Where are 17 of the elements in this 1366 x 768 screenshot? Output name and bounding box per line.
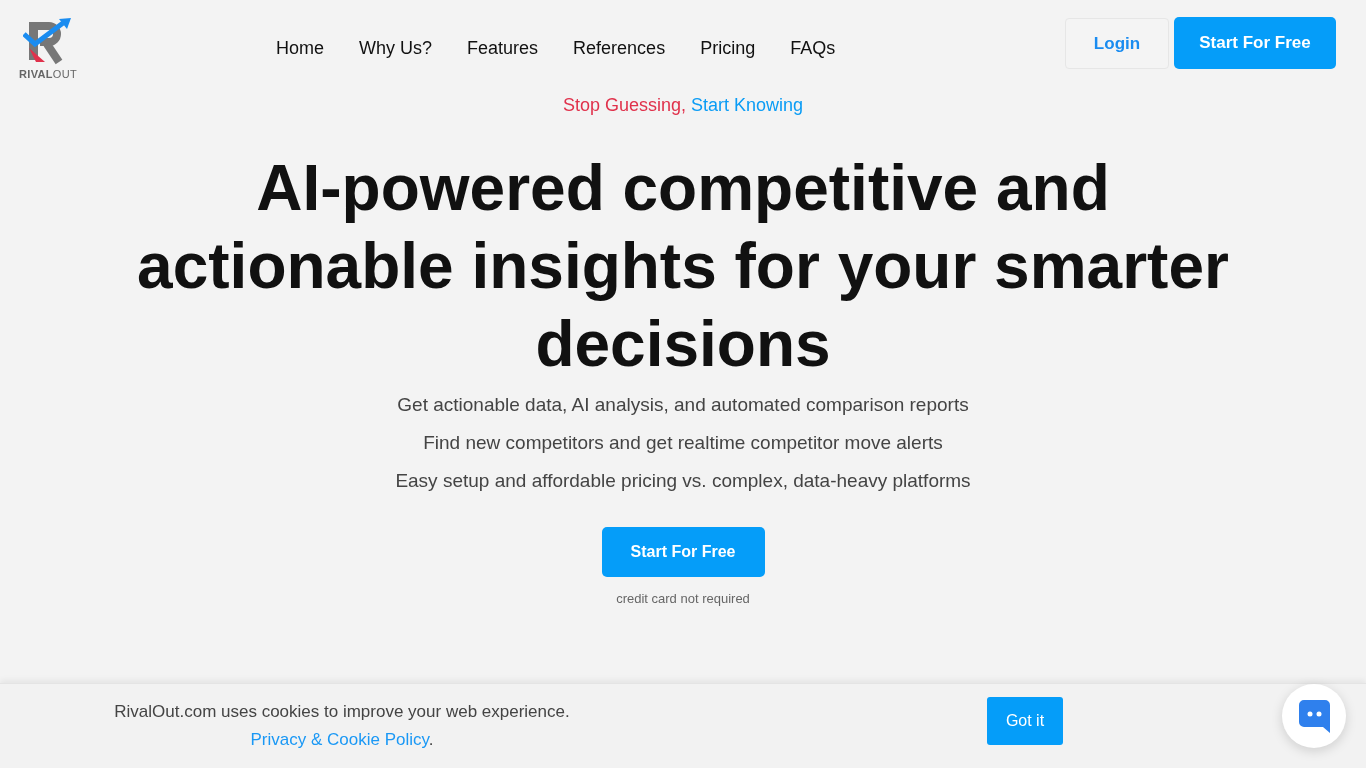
logo-icon [23, 18, 73, 67]
tagline-text: Stop Guessing, [562, 94, 686, 117]
nav-link[interactable]: Home [276, 36, 324, 60]
chat-bubble-icon [1298, 699, 1330, 733]
hero-heading: AI-powered competitive and actionable insights for your smarter decisions [136, 151, 1230, 382]
feature-point-text: Easy setup and affordable pricing vs. complex, data-heavy platforms [395, 469, 971, 493]
nav-link[interactable]: Pricing [700, 36, 756, 60]
cookie-notice-text: RivalOut.com uses cookies to improve your web experience. Privacy & Cookie Policy. [113, 701, 571, 751]
feature-point-text: Get actionable data, AI analysis, and automated comparison reports [396, 393, 970, 417]
nav-link[interactable]: References [573, 36, 666, 60]
nav-link[interactable]: Why Us? [359, 36, 433, 60]
feature-point-text: Find new competitors and get realtime competitor move alerts [422, 431, 944, 455]
tagline-text: Start Knowing [691, 94, 804, 117]
nav-link[interactable]: Features [467, 36, 539, 60]
logo-text: RIVALOUT [19, 68, 77, 81]
cta-note-text: credit card not required [616, 591, 750, 607]
nav-link[interactable]: FAQs [790, 36, 836, 60]
